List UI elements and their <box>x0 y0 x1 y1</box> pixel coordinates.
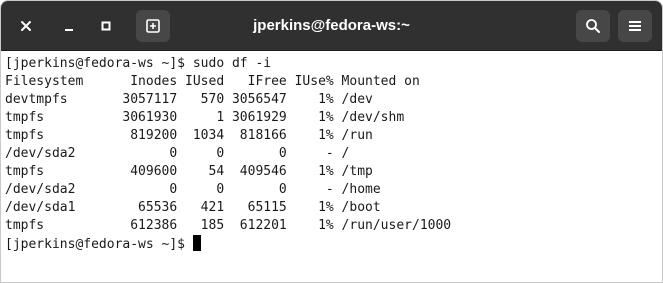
minimize-button[interactable] <box>56 13 82 39</box>
search-icon <box>586 19 600 33</box>
close-button[interactable] <box>13 13 39 39</box>
df-row: /dev/sda2 0 0 0 - / <box>5 146 350 161</box>
df-row: devtmpfs 3057117 570 3056547 1% /dev <box>5 92 373 107</box>
new-tab-icon <box>146 19 160 33</box>
maximize-icon <box>101 21 111 31</box>
menu-button[interactable] <box>618 10 652 42</box>
df-row: tmpfs 612386 185 612201 1% /run/user/100… <box>5 218 452 233</box>
terminal-window: jperkins@fedora-ws:~ [jperkins@fedora-ws… <box>0 0 663 283</box>
prompt-line[interactable]: [jperkins@fedora-ws ~]$ <box>5 235 201 253</box>
command-line: [jperkins@fedora-ws ~]$ sudo df -i <box>5 56 272 71</box>
new-tab-button[interactable] <box>136 10 170 42</box>
text-cursor <box>192 235 201 251</box>
hamburger-menu-icon <box>629 21 641 31</box>
terminal-output[interactable]: [jperkins@fedora-ws ~]$ sudo df -i Files… <box>1 51 662 282</box>
title-bar: jperkins@fedora-ws:~ <box>1 1 662 51</box>
search-button[interactable] <box>576 10 610 42</box>
maximize-button[interactable] <box>93 13 119 39</box>
df-row: tmpfs 3061930 1 3061929 1% /dev/shm <box>5 110 405 125</box>
close-icon <box>21 21 31 31</box>
df-header-row: Filesystem Inodes IUsed IFree IUse% Moun… <box>5 74 420 89</box>
minimize-icon <box>65 29 73 31</box>
df-row: /dev/sda2 0 0 0 - /home <box>5 182 381 197</box>
df-row: tmpfs 819200 1034 818166 1% /run <box>5 128 373 143</box>
df-row: /dev/sda1 65536 421 65115 1% /boot <box>5 200 381 215</box>
df-row: tmpfs 409600 54 409546 1% /tmp <box>5 164 373 179</box>
shell-prompt: [jperkins@fedora-ws ~]$ <box>5 237 193 252</box>
